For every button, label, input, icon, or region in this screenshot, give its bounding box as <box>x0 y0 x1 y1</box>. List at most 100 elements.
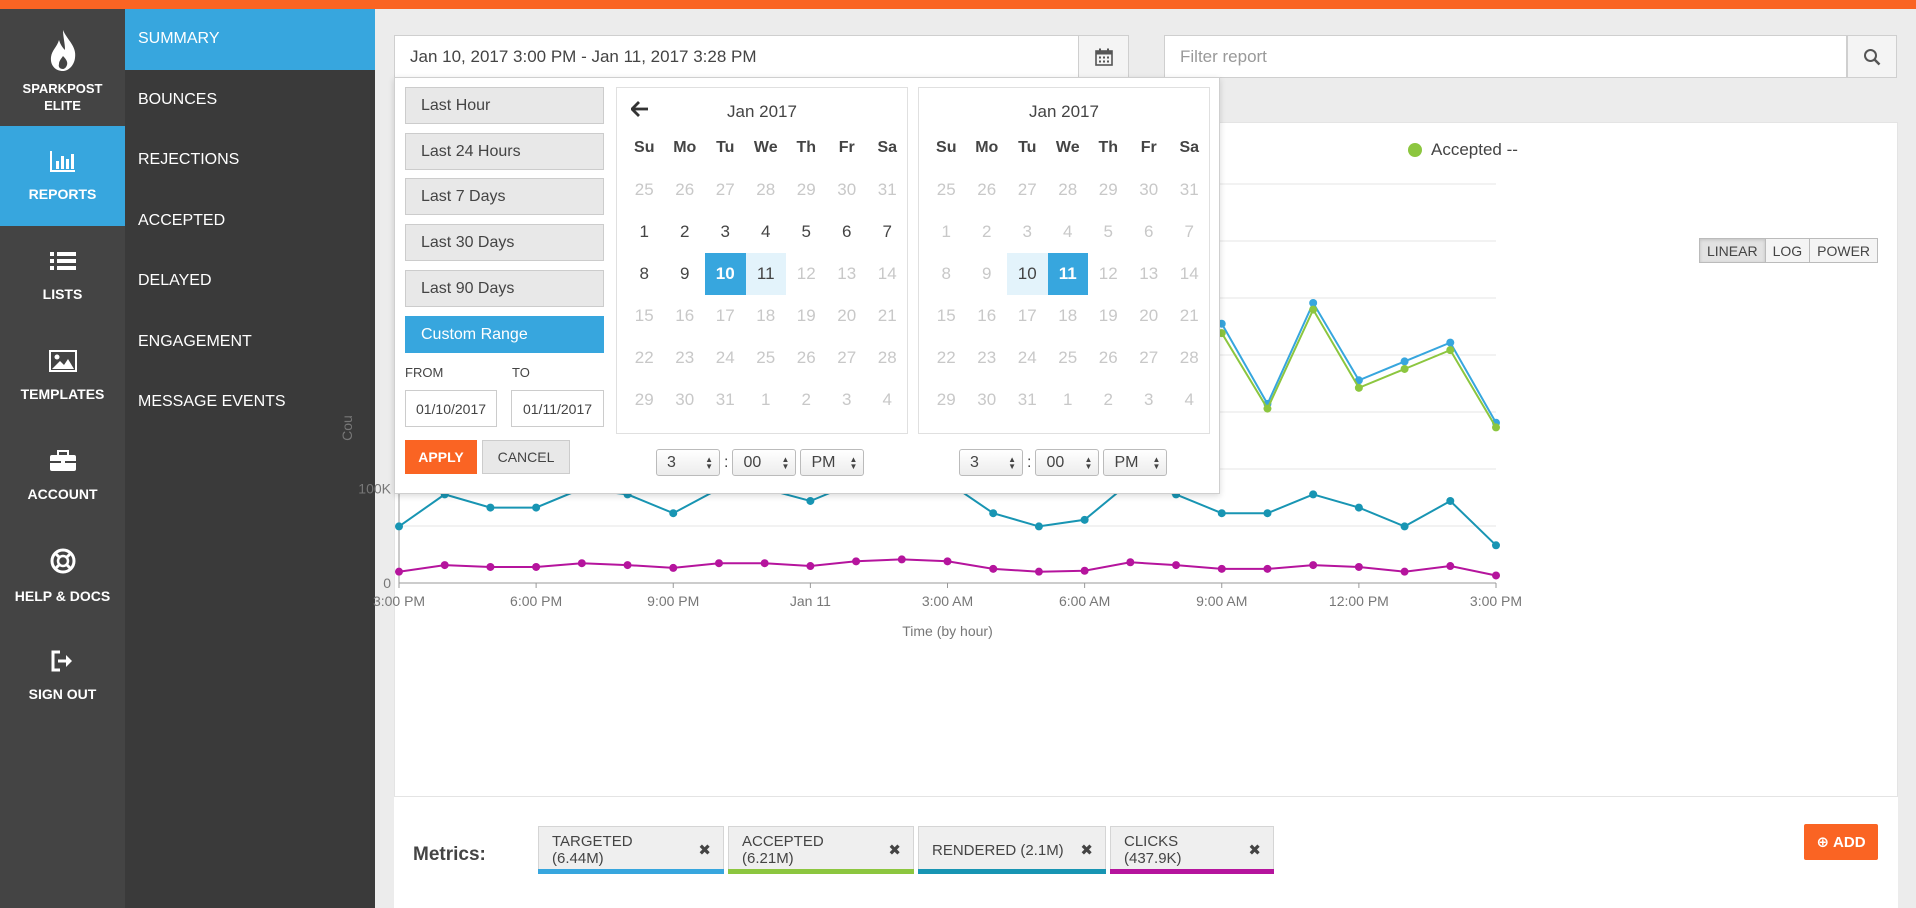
calendar-day[interactable]: 29 <box>926 379 967 421</box>
calendar-day[interactable]: 6 <box>827 211 868 253</box>
calendar-day[interactable]: 1 <box>926 211 967 253</box>
calendar-day[interactable]: 27 <box>1129 337 1170 379</box>
calendar-day[interactable]: 5 <box>1088 211 1129 253</box>
rail-item-reports[interactable]: REPORTS <box>0 126 125 226</box>
preset-last-90-days[interactable]: Last 90 Days <box>405 270 604 307</box>
brand-logo[interactable]: SPARKPOST ELITE <box>0 9 125 126</box>
calendar-day[interactable]: 26 <box>1088 337 1129 379</box>
remove-metric-icon[interactable]: ✖ <box>698 841 711 859</box>
calendar-day[interactable]: 22 <box>624 337 665 379</box>
calendar-day[interactable]: 21 <box>1169 295 1210 337</box>
calendar-day[interactable]: 14 <box>1169 253 1210 295</box>
subnav-item-engagement[interactable]: ENGAGEMENT <box>125 312 375 373</box>
calendar-day[interactable]: 9 <box>967 253 1008 295</box>
calendar-day[interactable]: 19 <box>786 295 827 337</box>
calendar-day[interactable]: 12 <box>1088 253 1129 295</box>
calendar-day[interactable]: 6 <box>1129 211 1170 253</box>
preset-last-hour[interactable]: Last Hour <box>405 87 604 124</box>
metric-chip-accepted[interactable]: ACCEPTED (6.21M) ✖ <box>728 826 914 874</box>
add-metric-button[interactable]: ⊕ ADD <box>1804 824 1878 860</box>
calendar-day[interactable]: 23 <box>665 337 706 379</box>
calendar-day[interactable]: 16 <box>665 295 706 337</box>
metric-chip-clicks[interactable]: CLICKS (437.9K) ✖ <box>1110 826 1274 874</box>
calendar-day[interactable]: 18 <box>1048 295 1089 337</box>
rail-item-lists[interactable]: LISTS <box>0 226 125 326</box>
metric-chip-rendered[interactable]: RENDERED (2.1M) ✖ <box>918 826 1106 874</box>
calendar-day[interactable]: 20 <box>827 295 868 337</box>
calendar-day[interactable]: 10 <box>705 253 746 295</box>
remove-metric-icon[interactable]: ✖ <box>1080 841 1093 859</box>
calendar-day[interactable]: 27 <box>827 337 868 379</box>
calendar-day[interactable]: 28 <box>1169 337 1210 379</box>
remove-metric-icon[interactable]: ✖ <box>1248 841 1261 859</box>
calendar-day[interactable]: 2 <box>967 211 1008 253</box>
end-ampm-select[interactable]: PM ▲ ▼ <box>1103 449 1168 476</box>
calendar-day[interactable]: 15 <box>926 295 967 337</box>
calendar-day[interactable]: 31 <box>705 379 746 421</box>
calendar-day[interactable]: 7 <box>867 211 908 253</box>
calendar-day[interactable]: 26 <box>786 337 827 379</box>
calendar-day[interactable]: 13 <box>1129 253 1170 295</box>
calendar-day[interactable]: 11 <box>745 253 786 295</box>
subnav-item-rejections[interactable]: REJECTIONS <box>125 130 375 191</box>
end-minute-select[interactable]: 00 ▲ ▼ <box>1035 449 1100 476</box>
calendar-day[interactable]: 4 <box>1048 211 1089 253</box>
calendar-day[interactable]: 7 <box>1169 211 1210 253</box>
calendar-day[interactable]: 25 <box>746 337 787 379</box>
rail-item-sign-out[interactable]: SIGN OUT <box>0 626 125 726</box>
from-date-input[interactable]: 01/10/2017 <box>405 390 497 427</box>
calendar-day[interactable]: 15 <box>624 295 665 337</box>
calendar-day[interactable]: 23 <box>967 337 1008 379</box>
calendar-day[interactable]: 8 <box>926 253 967 295</box>
subnav-item-message-events[interactable]: MESSAGE EVENTS <box>125 372 375 433</box>
calendar-day[interactable]: 2 <box>665 211 706 253</box>
calendar-day[interactable]: 28 <box>867 337 908 379</box>
calendar-day[interactable]: 25 <box>1048 337 1089 379</box>
calendar-day[interactable]: 3 <box>1007 211 1048 253</box>
start-minute-select[interactable]: 00 ▲ ▼ <box>732 449 797 476</box>
calendar-day[interactable]: 19 <box>1088 295 1129 337</box>
calendar-day[interactable]: 21 <box>867 295 908 337</box>
subnav-item-delayed[interactable]: DELAYED <box>125 251 375 312</box>
start-hour-select[interactable]: 3 ▲ ▼ <box>656 449 720 476</box>
end-hour-select[interactable]: 3 ▲ ▼ <box>959 449 1023 476</box>
calendar-day[interactable]: 30 <box>967 379 1008 421</box>
preset-last-7-days[interactable]: Last 7 Days <box>405 178 604 215</box>
calendar-day[interactable]: 3 <box>705 211 746 253</box>
calendar-day[interactable]: 17 <box>1007 295 1048 337</box>
calendar-day[interactable]: 30 <box>665 379 706 421</box>
subnav-item-bounces[interactable]: BOUNCES <box>125 70 375 131</box>
calendar-day[interactable]: 17 <box>705 295 746 337</box>
calendar-day[interactable]: 11 <box>1047 253 1088 295</box>
calendar-day[interactable]: 5 <box>786 211 827 253</box>
preset-last-24-hours[interactable]: Last 24 Hours <box>405 133 604 170</box>
calendar-day[interactable]: 29 <box>624 379 665 421</box>
calendar-day[interactable]: 20 <box>1129 295 1170 337</box>
start-ampm-select[interactable]: PM ▲ ▼ <box>800 449 865 476</box>
rail-item-templates[interactable]: TEMPLATES <box>0 326 125 426</box>
subnav-item-summary[interactable]: SUMMARY <box>125 9 375 70</box>
calendar-day[interactable]: 24 <box>1007 337 1048 379</box>
calendar-day[interactable]: 4 <box>746 211 787 253</box>
calendar-day[interactable]: 8 <box>624 253 665 295</box>
calendar-day[interactable]: 9 <box>665 253 706 295</box>
preset-custom-range[interactable]: Custom Range <box>405 316 604 353</box>
calendar-day[interactable]: 31 <box>1007 379 1048 421</box>
remove-metric-icon[interactable]: ✖ <box>888 841 901 859</box>
rail-item-account[interactable]: ACCOUNT <box>0 426 125 526</box>
calendar-day[interactable]: 12 <box>786 253 827 295</box>
calendar-day[interactable]: 1 <box>624 211 665 253</box>
calendar-day[interactable]: 24 <box>705 337 746 379</box>
to-date-input[interactable]: 01/11/2017 <box>511 390 604 427</box>
calendar-day[interactable]: 22 <box>926 337 967 379</box>
preset-last-30-days[interactable]: Last 30 Days <box>405 224 604 261</box>
calendar-day[interactable]: 16 <box>967 295 1008 337</box>
subnav-item-accepted[interactable]: ACCEPTED <box>125 191 375 252</box>
cancel-button[interactable]: CANCEL <box>482 440 570 474</box>
metric-chip-targeted[interactable]: TARGETED (6.44M) ✖ <box>538 826 724 874</box>
rail-item-help-docs[interactable]: HELP & DOCS <box>0 526 125 626</box>
calendar-day[interactable]: 18 <box>746 295 787 337</box>
calendar-day[interactable]: 13 <box>827 253 868 295</box>
apply-button[interactable]: APPLY <box>405 440 477 474</box>
calendar-day[interactable]: 10 <box>1007 253 1048 295</box>
